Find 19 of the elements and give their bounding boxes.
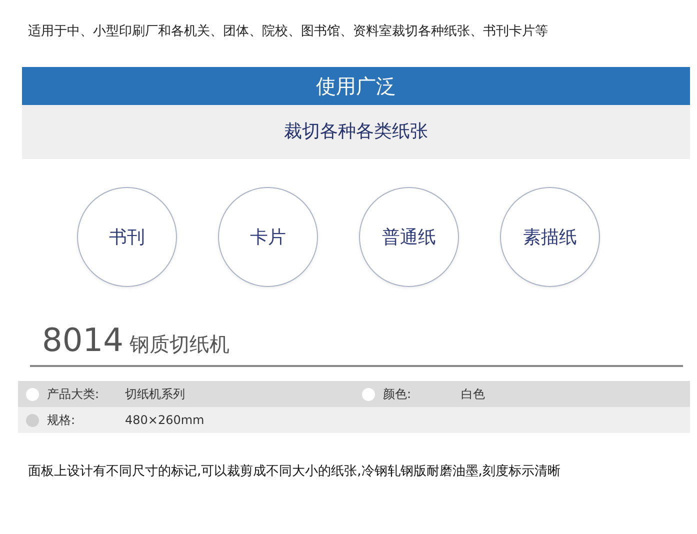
paper-type-circle: 素描纸 xyxy=(500,187,600,287)
bullet-icon xyxy=(26,414,39,426)
banner-title: 使用广泛 xyxy=(22,67,690,105)
spec-label: 规格: xyxy=(47,412,76,428)
description-text: 面板上设计有不同尺寸的标记,可以裁剪成不同大小的纸张,冷钢轧钢版耐磨油墨,刻度标示清晰 xyxy=(28,463,562,480)
spec-label: 产品大类: xyxy=(47,386,100,402)
bullet-icon xyxy=(26,388,39,400)
banner-subtitle: 裁切各种各类纸张 xyxy=(22,105,690,159)
intro-text: 适用于中、小型印刷厂和各机关、团体、院校、图书馆、资料室裁切各种纸张、书刊卡片等 xyxy=(27,23,549,41)
bullet-icon xyxy=(362,388,375,400)
model-number: 8014 xyxy=(42,321,124,359)
paper-type-circle: 书刊 xyxy=(77,187,177,287)
spec-value: 480×260mm xyxy=(125,413,204,427)
product-name: 钢质切纸机 xyxy=(129,331,230,358)
paper-type-circle: 卡片 xyxy=(218,187,318,287)
spec-label: 颜色: xyxy=(383,386,412,402)
paper-type-circle: 普通纸 xyxy=(359,187,459,287)
spec-value: 白色 xyxy=(461,386,485,402)
spec-value: 切纸机系列 xyxy=(125,386,185,402)
